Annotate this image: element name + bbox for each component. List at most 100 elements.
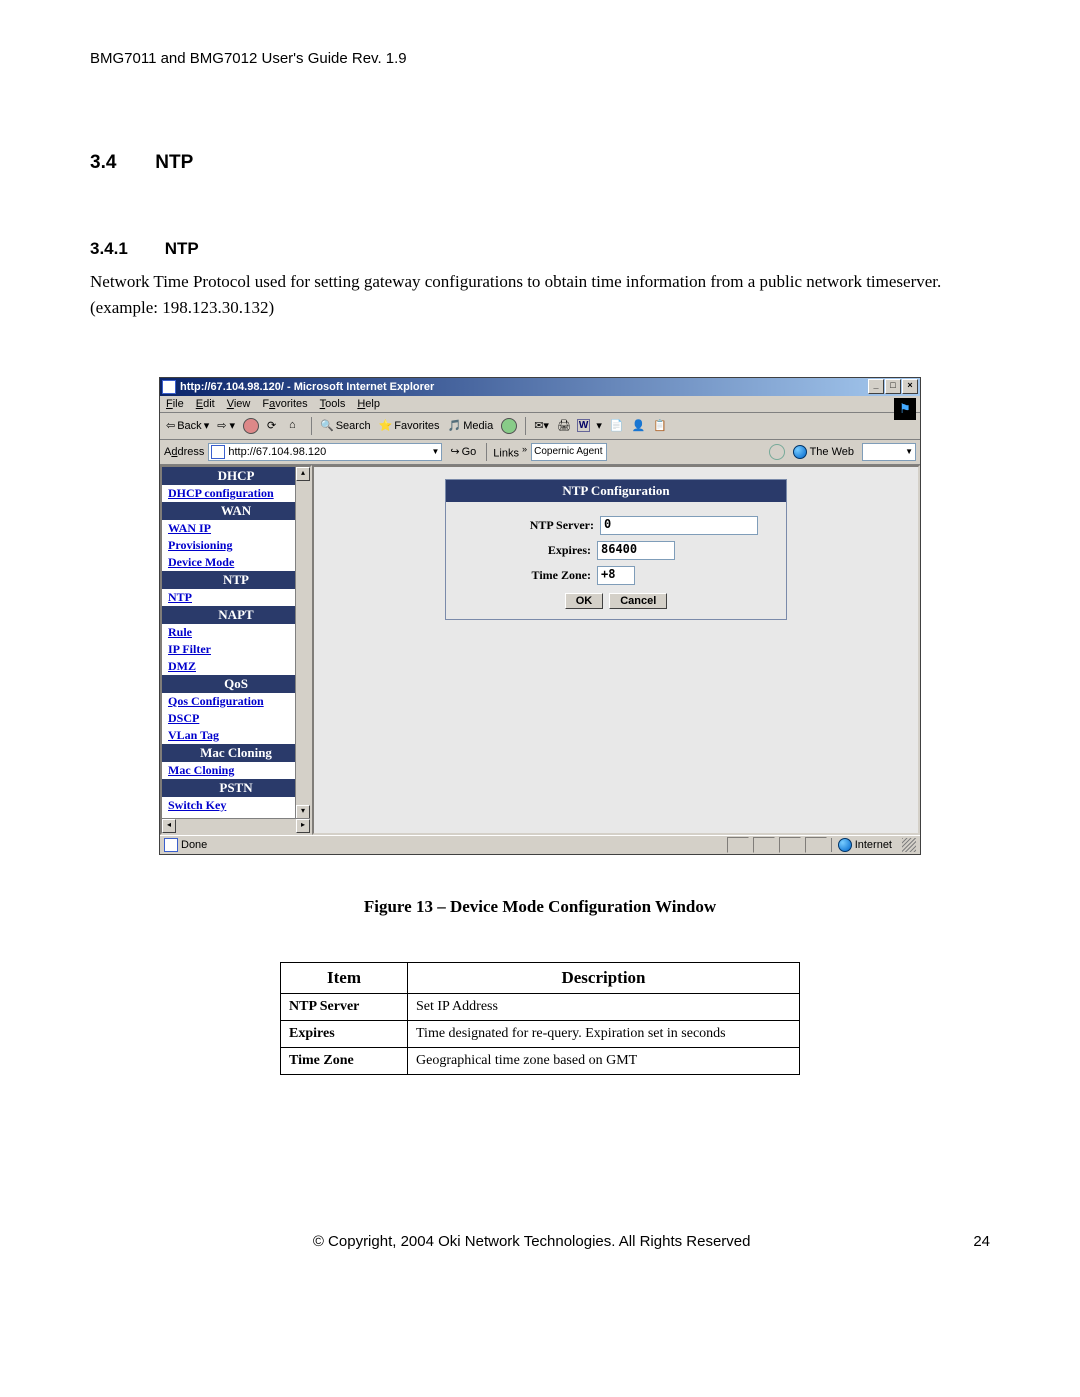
panel-title: NTP Configuration xyxy=(446,480,786,502)
search-button[interactable]: 🔍 Search xyxy=(318,419,373,432)
back-button[interactable]: ⇦ Back ▾ xyxy=(164,419,211,432)
sidebar-heading: Mac Cloning xyxy=(162,744,310,762)
status-cell xyxy=(753,837,775,853)
body-paragraph: Network Time Protocol used for setting g… xyxy=(90,269,990,322)
word-button[interactable]: W xyxy=(577,419,590,432)
status-cell xyxy=(805,837,827,853)
table-head-item: Item xyxy=(281,962,408,993)
stop-button[interactable] xyxy=(241,418,261,434)
sidebar-link[interactable]: DHCP configuration xyxy=(162,485,310,502)
menu-edit[interactable]: Edit xyxy=(196,398,215,410)
close-button[interactable]: × xyxy=(902,379,918,394)
description-table: Item Description NTP ServerSet IP Addres… xyxy=(280,962,800,1075)
messenger-button[interactable]: 👤 xyxy=(630,419,648,432)
table-cell-desc: Set IP Address xyxy=(408,993,800,1020)
search-icon[interactable] xyxy=(769,444,785,460)
cancel-button[interactable]: Cancel xyxy=(609,593,667,609)
sidebar-link[interactable]: VLan Tag xyxy=(162,727,310,744)
sidebar-link[interactable]: Provisioning xyxy=(162,537,310,554)
maximize-button[interactable]: □ xyxy=(885,379,901,394)
subsection-heading: 3.4.1 NTP xyxy=(90,239,990,259)
content-area: NTP Configuration NTP Server: 0 Expires:… xyxy=(312,465,920,835)
sidebar-link[interactable]: WAN IP xyxy=(162,520,310,537)
refresh-button[interactable]: ⟳ xyxy=(265,419,283,433)
status-done: Done xyxy=(181,839,207,851)
menu-view[interactable]: View xyxy=(227,398,251,410)
table-row: ExpiresTime designated for re-query. Exp… xyxy=(281,1020,800,1047)
internet-icon xyxy=(838,838,852,852)
menu-help[interactable]: Help xyxy=(357,398,380,410)
expires-input[interactable]: 86400 xyxy=(597,541,675,560)
menu-favorites[interactable]: Favorites xyxy=(262,398,307,410)
table-cell-item: NTP Server xyxy=(281,993,408,1020)
table-row: NTP ServerSet IP Address xyxy=(281,993,800,1020)
sidebar-link[interactable]: Rule xyxy=(162,624,310,641)
sidebar-link[interactable]: DMZ xyxy=(162,658,310,675)
copernic-input[interactable]: Copernic Agent xyxy=(531,443,607,461)
sidebar-link[interactable]: Mac Cloning xyxy=(162,762,310,779)
address-label: Address xyxy=(164,446,204,458)
scroll-left-button[interactable]: ◂ xyxy=(162,819,176,833)
browser-window: http://67.104.98.120/ - Microsoft Intern… xyxy=(159,377,921,855)
scroll-right-button[interactable]: ▸ xyxy=(296,819,310,833)
sidebar-link[interactable]: Switch Key xyxy=(162,797,310,814)
table-cell-item: Expires xyxy=(281,1020,408,1047)
table-cell-desc: Geographical time zone based on GMT xyxy=(408,1047,800,1074)
toolbar: ⇦ Back ▾ ⇨ ▾ ⟳ ⌂ 🔍 Search ⭐ Favorites 🎵 … xyxy=(160,413,920,440)
status-cell xyxy=(779,837,801,853)
sidebar-hscroll[interactable]: ◂ ▸ xyxy=(162,818,310,833)
status-bar: Done Internet xyxy=(160,835,920,854)
history-button[interactable] xyxy=(499,418,519,434)
sidebar-heading: DHCP xyxy=(162,467,310,485)
menu-bar: File Edit View Favorites Tools Help xyxy=(160,396,920,413)
resize-grip[interactable] xyxy=(902,838,916,852)
edit-button[interactable]: ▾ xyxy=(594,419,604,432)
expires-label: Expires: xyxy=(471,543,591,558)
mail-button[interactable]: ✉▾ xyxy=(532,419,551,432)
scroll-up-button[interactable]: ▴ xyxy=(296,467,310,481)
sidebar-heading: NAPT xyxy=(162,606,310,624)
sidebar-link[interactable]: NTP xyxy=(162,589,310,606)
section-heading: 3.4 NTP xyxy=(90,152,990,174)
menu-file[interactable]: File xyxy=(166,398,184,410)
minimize-button[interactable]: _ xyxy=(868,379,884,394)
ie-throbber-icon: ⚑ xyxy=(894,398,916,420)
discuss-button[interactable]: 📄 xyxy=(608,419,626,432)
extra-button[interactable]: 📋 xyxy=(651,419,669,432)
go-button[interactable]: ↪ Go xyxy=(446,445,480,458)
address-input[interactable]: http://67.104.98.120 xyxy=(208,443,442,461)
print-button[interactable]: 🖨 xyxy=(555,419,573,432)
the-web-selector[interactable]: The Web xyxy=(793,445,854,459)
status-cell xyxy=(727,837,749,853)
sidebar-heading: NTP xyxy=(162,571,310,589)
sidebar-heading: PSTN xyxy=(162,779,310,797)
done-icon xyxy=(164,838,178,852)
window-title: http://67.104.98.120/ - Microsoft Intern… xyxy=(180,381,434,393)
media-button[interactable]: 🎵 Media xyxy=(446,419,496,432)
ok-button[interactable]: OK xyxy=(565,593,604,609)
address-bar: Address http://67.104.98.120 ↪ Go Links … xyxy=(160,440,920,465)
sidebar-heading: QoS xyxy=(162,675,310,693)
sidebar-link[interactable]: Qos Configuration xyxy=(162,693,310,710)
status-zone: Internet xyxy=(855,839,892,851)
links-label[interactable]: Links » xyxy=(493,444,527,460)
ntp-server-input[interactable]: 0 xyxy=(600,516,758,535)
favorites-button[interactable]: ⭐ Favorites xyxy=(377,419,442,432)
section-number: 3.4 xyxy=(90,152,150,174)
ie-icon xyxy=(162,380,176,394)
sidebar-link[interactable]: Device Mode xyxy=(162,554,310,571)
menu-tools[interactable]: Tools xyxy=(320,398,346,410)
timezone-input[interactable]: +8 xyxy=(597,566,635,585)
footer-copyright: © Copyright, 2004 Oki Network Technologi… xyxy=(90,1233,973,1250)
nav-sidebar: DHCPDHCP configurationWANWAN IPProvision… xyxy=(160,465,312,835)
sidebar-link[interactable]: IP Filter xyxy=(162,641,310,658)
table-cell-item: Time Zone xyxy=(281,1047,408,1074)
sidebar-link[interactable]: DSCP xyxy=(162,710,310,727)
scroll-down-button[interactable]: ▾ xyxy=(296,805,310,819)
page-footer: © Copyright, 2004 Oki Network Technologi… xyxy=(90,1233,990,1250)
sidebar-vscroll[interactable]: ▴ ▾ xyxy=(295,467,310,819)
home-button[interactable]: ⌂ xyxy=(287,419,305,433)
window-titlebar: http://67.104.98.120/ - Microsoft Intern… xyxy=(160,378,920,396)
the-web-dropdown[interactable]: ▼ xyxy=(862,443,916,461)
forward-button[interactable]: ⇨ ▾ xyxy=(215,419,237,432)
